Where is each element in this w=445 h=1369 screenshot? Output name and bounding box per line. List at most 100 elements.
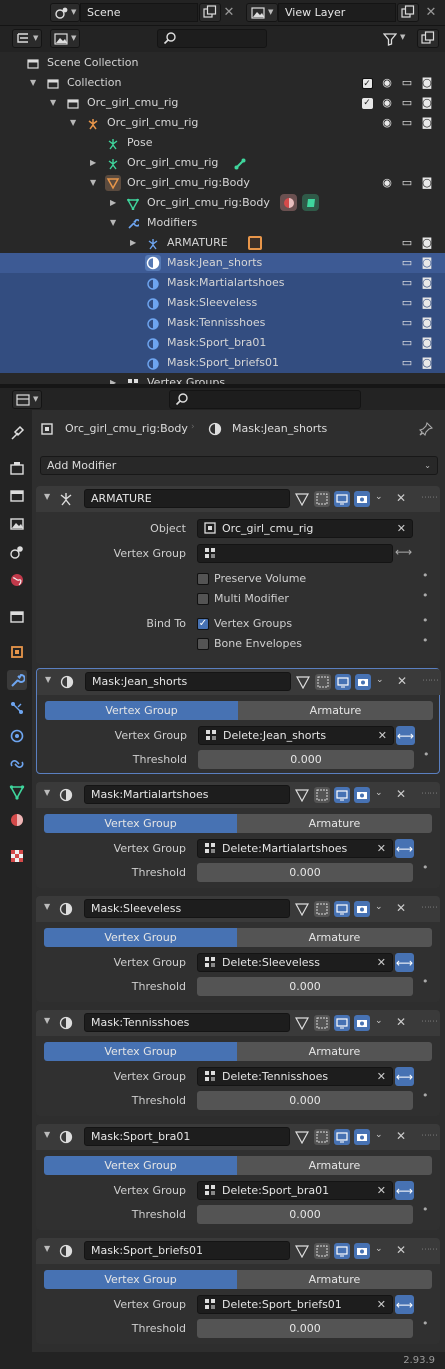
eye-icon[interactable]: ◉: [380, 76, 394, 90]
invert-icon[interactable]: ⟷: [395, 839, 414, 858]
edit-mode-icon[interactable]: [314, 491, 330, 507]
bind-bone-envelopes-checkbox[interactable]: [197, 638, 209, 650]
camera-icon[interactable]: ◙: [420, 176, 434, 190]
drag-handle-icon[interactable]: ⋯⋯: [421, 1131, 438, 1141]
collection-tab-icon[interactable]: [7, 607, 27, 627]
delete-modifier-icon[interactable]: ✕: [397, 674, 407, 688]
modifier-name-field[interactable]: Mask:Jean_shorts: [85, 672, 291, 691]
edit-mode-icon[interactable]: [315, 674, 331, 690]
display-mode-button[interactable]: ▼: [50, 29, 80, 48]
clear-field-icon[interactable]: ✕: [397, 520, 406, 537]
edit-mode-icon[interactable]: [314, 787, 330, 803]
keyframe-dot-icon[interactable]: •: [422, 634, 429, 647]
render-camera-icon[interactable]: [354, 491, 370, 507]
monitor-icon[interactable]: ▭: [400, 76, 414, 90]
mode-armature-button[interactable]: Armature: [237, 1156, 432, 1175]
viewport-display-icon[interactable]: [334, 1243, 350, 1259]
outliner-row-mask-modifier[interactable]: Mask:Sleeveless ▭ ◙: [0, 293, 445, 313]
eye-icon[interactable]: ◉: [380, 96, 394, 110]
chevron-down-icon[interactable]: ⌄: [375, 1016, 383, 1026]
monitor-icon[interactable]: ▭: [400, 316, 414, 330]
invert-icon[interactable]: ⟷: [395, 1295, 414, 1314]
invert-icon[interactable]: ⟷: [396, 726, 415, 745]
keyframe-dot-icon[interactable]: •: [422, 1089, 429, 1102]
viewport-display-icon[interactable]: [334, 901, 350, 917]
delete-modifier-icon[interactable]: ✕: [396, 787, 406, 801]
invert-icon[interactable]: ⟷: [395, 1181, 414, 1200]
editor-type-button[interactable]: ▼: [12, 29, 42, 48]
collapse-triangle-icon[interactable]: ▼: [44, 1130, 50, 1139]
outliner-row-modifiers[interactable]: ▼ Modifiers: [0, 213, 445, 233]
edit-mode-icon[interactable]: [314, 1243, 330, 1259]
render-camera-icon[interactable]: [354, 1243, 370, 1259]
keyframe-dot-icon[interactable]: •: [423, 748, 430, 761]
camera-icon[interactable]: ◙: [420, 116, 434, 130]
expand-triangle-icon[interactable]: ▶: [110, 373, 116, 384]
tool-tab-icon[interactable]: [7, 423, 27, 443]
invert-icon[interactable]: ⟷: [395, 953, 414, 972]
monitor-icon[interactable]: ▭: [400, 236, 414, 250]
monitor-icon[interactable]: ▭: [400, 96, 414, 110]
edit-mode-icon[interactable]: [314, 1129, 330, 1145]
mode-armature-button[interactable]: Armature: [237, 814, 432, 833]
clear-field-icon[interactable]: ✕: [377, 840, 386, 857]
exclude-checkbox[interactable]: ✓: [360, 76, 374, 90]
camera-icon[interactable]: ◙: [420, 316, 434, 330]
expand-triangle-icon[interactable]: ▶: [130, 233, 136, 253]
material-tab-icon[interactable]: [7, 810, 27, 830]
keyframe-dot-icon[interactable]: •: [422, 975, 429, 988]
properties-search-input[interactable]: [169, 390, 361, 409]
mode-armature-button[interactable]: Armature: [237, 1042, 432, 1061]
drag-handle-icon[interactable]: ⋯⋯: [421, 789, 438, 799]
edit-mode-icon[interactable]: [314, 901, 330, 917]
modifier-name-field[interactable]: Mask:Tennisshoes: [84, 1013, 290, 1032]
clear-field-icon[interactable]: ✕: [378, 727, 387, 744]
chevron-down-icon[interactable]: ⌄: [375, 902, 383, 912]
collapse-triangle-icon[interactable]: ▼: [90, 173, 96, 193]
threshold-slider[interactable]: 0.000: [198, 750, 414, 769]
edit-cage-icon[interactable]: [294, 901, 310, 917]
render-tab-icon[interactable]: [7, 458, 27, 478]
new-view-layer-button[interactable]: [397, 3, 419, 22]
mask-vertex-group-field[interactable]: Delete:Sport_briefs01 ✕: [197, 1295, 393, 1314]
modifier-name-field[interactable]: Mask:Martialartshoes: [84, 785, 290, 804]
outliner-row-collection[interactable]: ▼ Collection ✓ ◉ ▭ ◙: [0, 73, 445, 93]
monitor-icon[interactable]: ▭: [400, 176, 414, 190]
mask-vertex-group-field[interactable]: Delete:Jean_shorts ✕: [198, 726, 394, 745]
collapse-triangle-icon[interactable]: ▼: [44, 492, 50, 501]
chevron-down-icon[interactable]: ⌄: [376, 675, 384, 685]
output-tab-icon[interactable]: [7, 486, 27, 506]
modifier-name-field[interactable]: Mask:Sport_briefs01: [84, 1241, 290, 1260]
viewport-display-icon[interactable]: [334, 1129, 350, 1145]
monitor-icon[interactable]: ▭: [400, 116, 414, 130]
expand-triangle-icon[interactable]: ▶: [90, 153, 96, 173]
camera-icon[interactable]: ◙: [420, 76, 434, 90]
outliner-row-scene-collection[interactable]: Scene Collection: [0, 53, 445, 73]
keyframe-dot-icon[interactable]: •: [422, 569, 429, 582]
camera-icon[interactable]: ◙: [420, 276, 434, 290]
edit-cage-icon[interactable]: [294, 787, 310, 803]
camera-icon[interactable]: ◙: [420, 256, 434, 270]
outliner-row-pose[interactable]: Pose: [0, 133, 445, 153]
collapse-triangle-icon[interactable]: ▼: [50, 93, 56, 113]
unlink-scene-icon[interactable]: ✕: [222, 5, 236, 20]
chevron-down-icon[interactable]: ⌄: [375, 1130, 383, 1140]
clear-field-icon[interactable]: ✕: [377, 1068, 386, 1085]
invert-icon[interactable]: ⟷: [395, 1067, 414, 1086]
delete-modifier-icon[interactable]: ✕: [396, 1015, 406, 1029]
modifier-name-field[interactable]: Mask:Sleeveless: [84, 899, 290, 918]
chevron-down-icon[interactable]: ⌄: [375, 492, 383, 502]
outliner-row-armature-modifier[interactable]: ▶ ARMATURE ▭ ◙: [0, 233, 445, 253]
monitor-icon[interactable]: ▭: [400, 356, 414, 370]
filter-icon[interactable]: [382, 31, 398, 47]
drag-handle-icon[interactable]: ⋯⋯: [421, 903, 438, 913]
outliner-row-mask-modifier[interactable]: Mask:Sport_briefs01 ▭ ◙: [0, 353, 445, 373]
collapse-triangle-icon[interactable]: ▼: [44, 788, 50, 797]
viewport-display-icon[interactable]: [334, 1015, 350, 1031]
outliner-row-collection-child[interactable]: ▼ Orc_girl_cmu_rig ✓ ◉ ▭ ◙: [0, 93, 445, 113]
mode-armature-button[interactable]: Armature: [237, 928, 432, 947]
mode-armature-button[interactable]: Armature: [238, 701, 433, 720]
texture-tab-icon[interactable]: [7, 846, 27, 866]
camera-icon[interactable]: ◙: [420, 96, 434, 110]
new-scene-button[interactable]: [199, 3, 221, 22]
